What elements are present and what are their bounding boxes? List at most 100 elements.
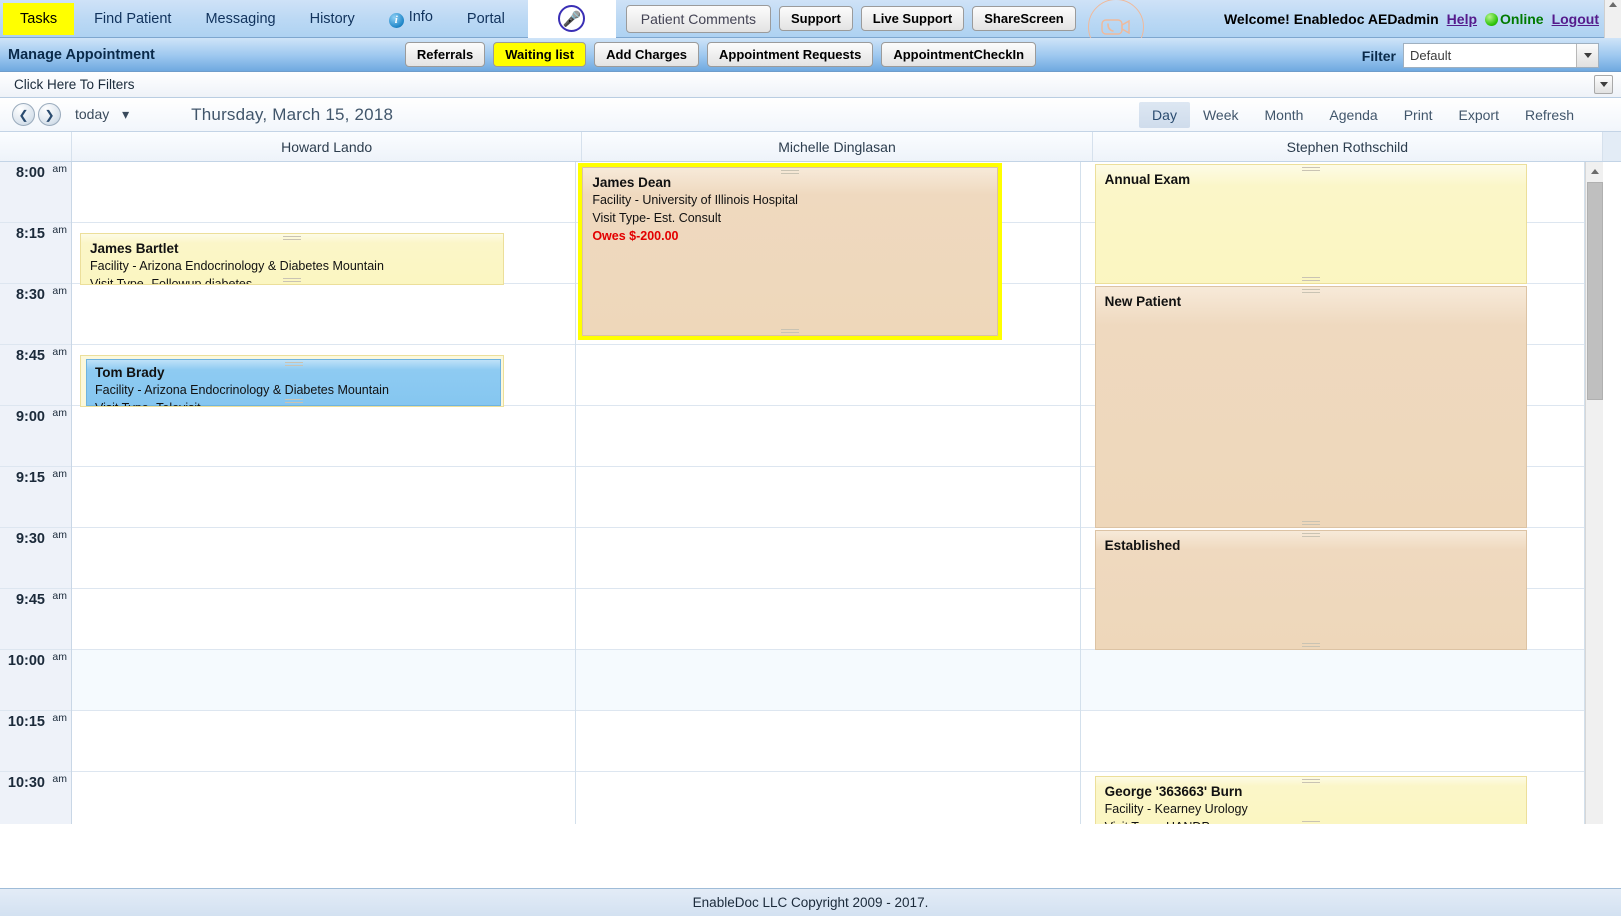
resource-header-stephen-rothschild: Stephen Rothschild (1093, 132, 1603, 161)
filters-strip[interactable]: Click Here To Filters (0, 72, 1621, 98)
tab-export[interactable]: Export (1446, 102, 1512, 128)
calendar-cell[interactable] (72, 711, 575, 772)
nav-item-history[interactable]: History (296, 7, 369, 31)
appointment-block-inner[interactable]: Tom Brady Facility - Arizona Endocrinolo… (86, 359, 501, 406)
resize-handle-top[interactable] (1302, 779, 1320, 783)
calendar-cell[interactable] (72, 467, 575, 528)
live-support-button[interactable]: Live Support (861, 6, 964, 31)
time-ampm: am (52, 712, 67, 724)
calendar-cell[interactable] (576, 650, 1079, 711)
support-button[interactable]: Support (779, 6, 853, 31)
time-ampm: am (52, 529, 67, 541)
nav-item-messaging[interactable]: Messaging (191, 7, 289, 31)
time-ampm: am (52, 651, 67, 663)
appointment-patient-name: Annual Exam (1105, 170, 1526, 189)
calendar-cell[interactable] (72, 406, 575, 467)
calendar-cell[interactable] (1081, 711, 1584, 772)
calendar-cell[interactable] (72, 162, 575, 223)
next-day-button[interactable]: ❯ (38, 103, 61, 126)
calendar-cell[interactable] (576, 467, 1079, 528)
appointment-block[interactable]: New Patient (1095, 286, 1527, 528)
scrollbar-thumb[interactable] (1587, 182, 1603, 400)
calendar-cell[interactable] (72, 772, 575, 824)
help-link[interactable]: Help (1447, 11, 1477, 27)
filters-expand-button[interactable] (1594, 75, 1613, 94)
copyright-text: EnableDoc LLC Copyright 2009 - 2017. (693, 895, 929, 910)
resize-handle-top[interactable] (1302, 167, 1320, 171)
time-slot-label: 10:15am (0, 711, 71, 772)
tab-month[interactable]: Month (1252, 102, 1317, 128)
page-scroll-up-button[interactable] (1604, 0, 1621, 38)
resize-handle-bottom[interactable] (1302, 821, 1320, 824)
microphone-button[interactable]: 🎤 (528, 0, 616, 38)
appointment-block[interactable]: Annual Exam (1095, 164, 1527, 284)
calendar-cell[interactable] (576, 406, 1079, 467)
resize-handle-top[interactable] (1302, 533, 1320, 537)
resize-handle-bottom[interactable] (283, 278, 301, 282)
calendar-cell[interactable] (72, 284, 575, 345)
calendar-cell[interactable] (72, 528, 575, 589)
welcome-message: Welcome! Enabledoc AEDadmin (1224, 11, 1439, 27)
time-gutter: 8:00am 8:15am 8:30am 8:45am 9:00am 9:15a… (0, 162, 72, 824)
appointment-block-inner[interactable]: James Dean Facility - University of Illi… (582, 167, 998, 336)
calendar-cell[interactable] (72, 589, 575, 650)
nav-item-find-patient[interactable]: Find Patient (80, 7, 185, 31)
appointment-checkin-button[interactable]: AppointmentCheckIn (881, 42, 1036, 67)
calendar-cell[interactable] (576, 589, 1079, 650)
appointment-block[interactable]: James Bartlet Facility - Arizona Endocri… (80, 233, 504, 285)
today-dropdown[interactable]: today ▾ (75, 106, 129, 123)
nav-item-portal[interactable]: Portal (453, 7, 519, 31)
calendar-column-stephen-rothschild[interactable]: Annual Exam New Patient Established (1081, 162, 1585, 824)
filter-label: Filter (1362, 48, 1396, 64)
calendar-cell[interactable] (72, 650, 575, 711)
calendar-body: 8:00am 8:15am 8:30am 8:45am 9:00am 9:15a… (0, 162, 1621, 824)
calendar-cell[interactable] (576, 772, 1079, 824)
time-label: 10:30 (8, 775, 45, 791)
resize-handle-bottom[interactable] (1302, 277, 1320, 281)
patient-comments-button[interactable]: Patient Comments (626, 5, 771, 33)
nav-item-info[interactable]: iInfo (375, 5, 447, 32)
scheduler-toolbar: ❮ ❯ today ▾ Thursday, March 15, 2018 Day… (0, 98, 1621, 132)
chevron-down-icon[interactable] (1576, 44, 1598, 67)
add-charges-button[interactable]: Add Charges (594, 42, 699, 67)
resize-handle-top[interactable] (781, 170, 799, 174)
calendar-cell[interactable] (576, 711, 1079, 772)
filter-select[interactable]: Default (1403, 43, 1599, 68)
resize-handle-top[interactable] (283, 236, 301, 240)
referrals-button[interactable]: Referrals (405, 42, 485, 67)
tab-refresh[interactable]: Refresh (1512, 102, 1587, 128)
appointment-block[interactable]: James Dean Facility - University of Illi… (578, 163, 1002, 340)
calendar-vertical-scrollbar[interactable] (1585, 162, 1603, 824)
resize-handle-bottom[interactable] (1302, 521, 1320, 525)
online-status-icon (1485, 13, 1498, 26)
resize-handle-bottom[interactable] (781, 329, 799, 333)
appointment-block[interactable]: Tom Brady Facility - Arizona Endocrinolo… (80, 355, 504, 407)
calendar-column-howard-lando[interactable]: James Bartlet Facility - Arizona Endocri… (72, 162, 576, 824)
nav-item-tasks[interactable]: Tasks (3, 3, 74, 35)
waiting-list-button[interactable]: Waiting list (493, 42, 586, 67)
tab-print[interactable]: Print (1391, 102, 1446, 128)
resize-handle-top[interactable] (1302, 289, 1320, 293)
logout-link[interactable]: Logout (1552, 11, 1599, 27)
time-slot-label: 10:00am (0, 650, 71, 711)
scroll-up-button[interactable] (1586, 162, 1603, 180)
share-screen-button[interactable]: ShareScreen (972, 6, 1076, 31)
previous-day-button[interactable]: ❮ (12, 103, 35, 126)
scrollbar-header-spacer (1603, 132, 1621, 161)
appointment-requests-button[interactable]: Appointment Requests (707, 42, 873, 67)
nav-item-label: Info (409, 9, 433, 25)
resize-handle-bottom[interactable] (285, 399, 303, 403)
tab-agenda[interactable]: Agenda (1316, 102, 1390, 128)
appointment-patient-name: James Bartlet (90, 239, 503, 258)
calendar-column-michelle-dinglasan[interactable]: James Dean Facility - University of Illi… (576, 162, 1080, 824)
appointment-block[interactable]: Established (1095, 530, 1527, 650)
tab-week[interactable]: Week (1190, 102, 1252, 128)
resize-handle-bottom[interactable] (1302, 643, 1320, 647)
calendar-cell[interactable] (1081, 650, 1584, 711)
appointment-block[interactable]: George '363663' Burn Facility - Kearney … (1095, 776, 1527, 824)
tab-day[interactable]: Day (1139, 102, 1190, 128)
calendar-cell[interactable] (576, 528, 1079, 589)
resize-handle-top[interactable] (285, 362, 303, 366)
calendar-cell[interactable] (576, 345, 1079, 406)
manage-appointment-bar: Manage Appointment Referrals Waiting lis… (0, 38, 1621, 72)
